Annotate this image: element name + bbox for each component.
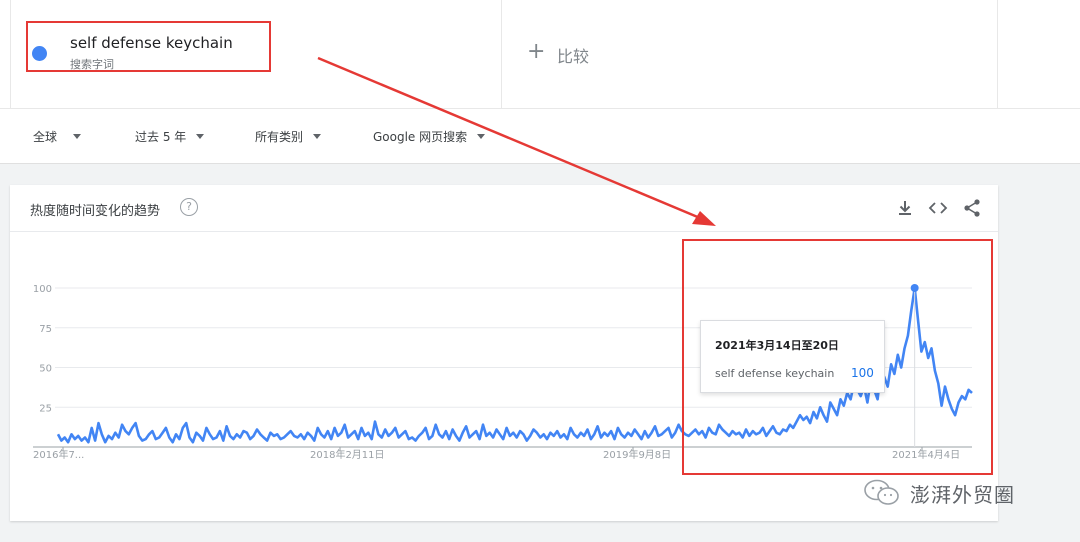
wechat-icon xyxy=(864,479,899,505)
annotation-box-chart xyxy=(682,239,993,475)
x-tick-label: 2019年9月8日 xyxy=(603,448,671,461)
y-tick-label: 75 xyxy=(39,324,52,335)
x-tick-label: 2018年2月11日 xyxy=(310,448,385,461)
y-tick-label: 50 xyxy=(39,364,52,375)
watermark-text: 澎湃外贸圈 xyxy=(910,482,1015,507)
watermark: 澎湃外贸圈 xyxy=(862,478,1015,508)
x-tick-label: 2016年7... xyxy=(33,448,84,461)
y-tick-label: 25 xyxy=(39,403,52,414)
y-tick-label: 100 xyxy=(33,284,52,295)
